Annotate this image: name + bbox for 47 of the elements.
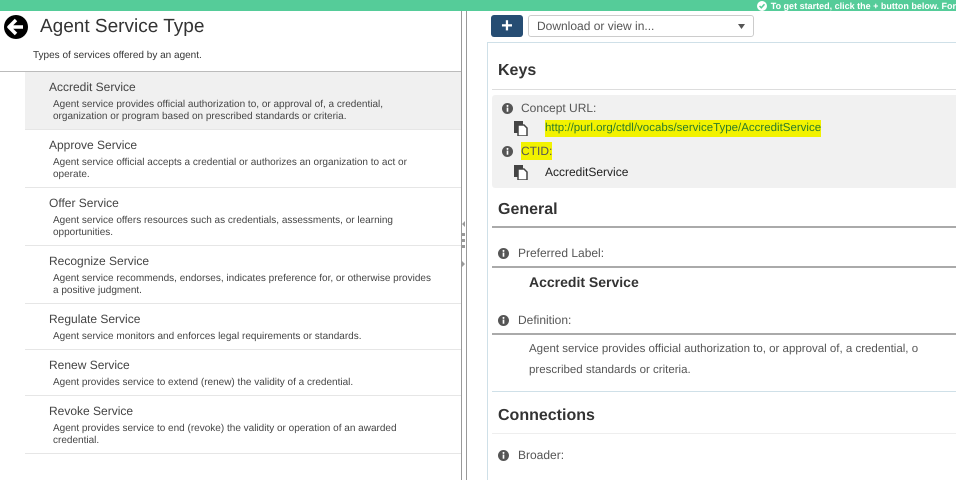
- service-name: Offer Service: [49, 194, 120, 212]
- preferred-label-value: Accredit Service: [529, 274, 639, 290]
- definition-line: prescribed standards or criteria.: [529, 363, 692, 378]
- banner-text: To get started, click the + button below. For: [770, 0, 956, 10]
- concept-url-link[interactable]: http://purl.org/ctdl/vocabs/serviceType/AccreditService: [545, 120, 822, 138]
- field-label: CTID:: [521, 142, 552, 160]
- service-description: Agent service official accepts a credential or authorizes an organization to act or operate.: [52, 156, 408, 180]
- service-name: Recognize Service: [49, 252, 150, 270]
- download-select[interactable]: Download or view in...: [528, 15, 754, 37]
- copy-icon[interactable]: [514, 164, 528, 180]
- field-value: AccreditService: [545, 164, 628, 182]
- service-description: Agent provides service to extend (renew) the validity of a credential.: [52, 376, 354, 388]
- page-subtitle: Types of services offered by an agent.: [33, 50, 202, 60]
- service-item[interactable]: Renew Service Agent provides service to extend (renew) the validity of a credential.: [25, 350, 461, 396]
- field-label: Preferred Label:: [518, 245, 604, 262]
- copy-icon[interactable]: [514, 121, 528, 136]
- info-icon: [502, 102, 513, 114]
- service-name: Accredit Service: [49, 78, 137, 96]
- field-label: Definition:: [518, 312, 572, 330]
- caret-icon: [738, 24, 745, 28]
- definition-line: Agent service provides official authorization to, or approval of, a credential, o: [529, 342, 920, 358]
- service-item[interactable]: Recognize Service Agent service recommends, endorses, indicates preference for, or otherwise provides a positive judgment.: [25, 246, 461, 304]
- service-description: Agent service offers resources such as credentials, assessments, or learning opportunities.: [52, 214, 394, 238]
- info-icon: [498, 314, 509, 326]
- section-heading: Keys: [497, 61, 538, 81]
- service-item[interactable]: Revoke Service Agent provides service to end (revoke) the validity or operation of an awarded credential.: [25, 396, 461, 454]
- section-heading: General: [497, 200, 559, 220]
- service-item[interactable]: Accredit Service Agent service provides official authorization to, or approval of, a credential, organization or program based on prescribed standards or criteria.: [25, 72, 461, 130]
- service-item[interactable]: Approve Service Agent service official accepts a credential or authorizes an organization to act or operate.: [25, 130, 461, 188]
- section-heading: Connections: [497, 406, 596, 426]
- service-item[interactable]: Offer Service Agent service offers resources such as credentials, assessments, or learning opportunities.: [25, 188, 461, 246]
- service-name: Renew Service: [49, 356, 131, 374]
- service-description: Agent service recommends, endorses, indicates preference for, or otherwise provides a positive judgment.: [52, 272, 432, 296]
- service-name: Approve Service: [49, 136, 138, 154]
- info-icon: [498, 248, 509, 259]
- info-icon: [498, 450, 509, 461]
- add-button[interactable]: +: [491, 15, 523, 37]
- info-icon: [502, 146, 513, 157]
- service-description: Agent service monitors and enforces legal requirements or standards.: [52, 330, 362, 342]
- service-description: Agent service provides official authorization to, or approval of, a credential, organization or program based on prescribed standards or criteria.: [52, 98, 384, 122]
- service-item[interactable]: Regulate Service Agent service monitors and enforces legal requirements or standards.: [25, 304, 461, 350]
- service-name: Regulate Service: [49, 310, 142, 328]
- page-title: Agent Service Type: [40, 15, 204, 39]
- field-label: Broader:: [518, 447, 564, 464]
- service-name: Revoke Service: [49, 402, 134, 420]
- service-description: Agent provides service to end (revoke) the validity or operation of an awarded credential.: [52, 422, 398, 446]
- field-label: Concept URL:: [521, 100, 596, 117]
